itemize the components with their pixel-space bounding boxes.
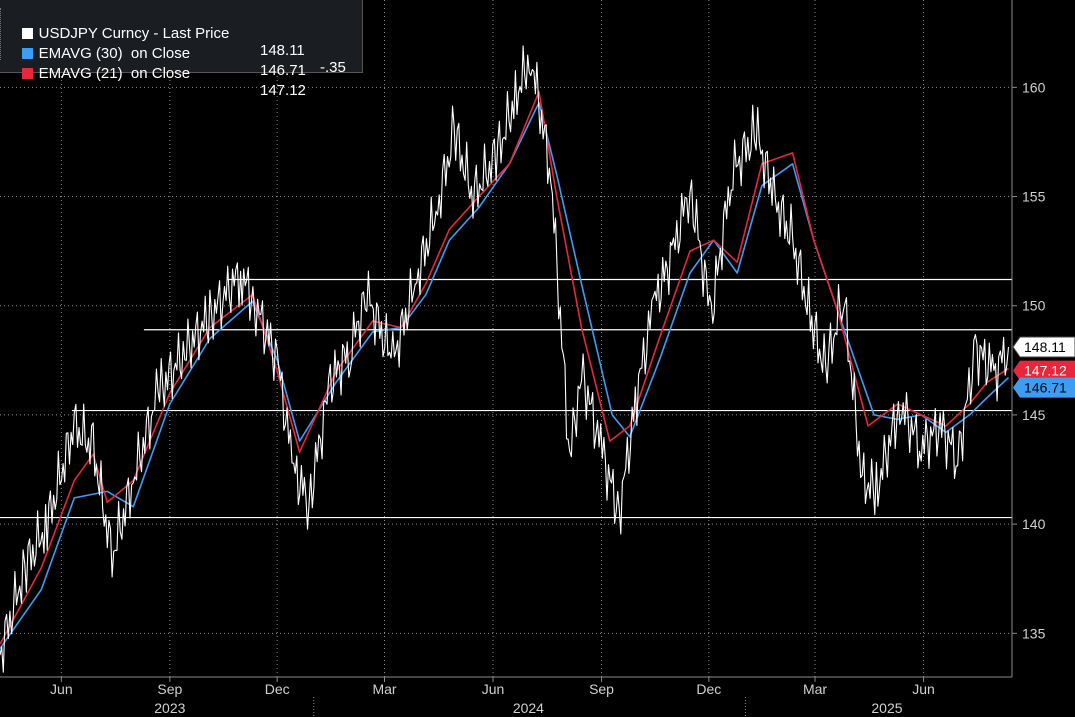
legend-value-price: 148.11 — [260, 42, 305, 59]
x-tick-label: Mar — [803, 681, 827, 697]
x-tick-label: Jun — [482, 681, 505, 697]
tag-ema21-text: 147.12 — [1024, 363, 1067, 379]
year-label: 2025 — [871, 700, 902, 716]
x-tick-label: Jun — [50, 681, 73, 697]
legend-row-ema21[interactable]: EMAVG (21) on Close 147.12 — [5, 48, 306, 99]
x-tick-label: Dec — [696, 681, 721, 697]
tag-ema30-text: 146.71 — [1024, 380, 1067, 396]
y-tick-label: 160 — [1022, 79, 1046, 95]
x-tick-label: Jun — [912, 681, 935, 697]
x-tick-label: Sep — [589, 681, 614, 697]
legend-swatch-ema21 — [21, 68, 33, 79]
legend-label-ema21: EMAVG (21) on Close — [38, 65, 191, 82]
year-label: 2023 — [154, 700, 185, 716]
y-tick-label: 135 — [1022, 625, 1046, 641]
legend: USDJPY Curncy - Last Price 148.11 -.35 E… — [0, 0, 363, 99]
legend-value-ema21: 147.12 — [260, 82, 306, 99]
chart-canvas: 135 140 145 150 155 160 Jun Sep Dec Mar Jun Sep Dec… — [0, 0, 1075, 717]
tag-last-price: 148.11 — [1012, 336, 1075, 358]
year-label: 2024 — [513, 700, 544, 716]
legend-value-ema30: 146.71 — [260, 62, 306, 79]
y-tick-label: 155 — [1022, 189, 1046, 205]
y-tick-label: 150 — [1022, 298, 1046, 314]
price-tags: 147.12 148.11 146.71 — [1012, 336, 1075, 398]
legend-row-price[interactable]: USDJPY Curncy - Last Price 148.11 -.35 — [5, 8, 346, 76]
legend-row-ema30[interactable]: EMAVG (30) on Close 146.71 — [5, 28, 306, 79]
y-tick-label: 145 — [1022, 407, 1046, 423]
legend-change-price: -.35 — [320, 59, 346, 76]
x-tick-label: Dec — [265, 681, 290, 697]
y-tick-label: 140 — [1022, 516, 1046, 532]
x-tick-label: Sep — [157, 681, 182, 697]
tag-ema30: 146.71 — [1013, 377, 1075, 398]
tag-last-price-text: 148.11 — [1024, 339, 1066, 355]
x-tick-label: Mar — [372, 681, 396, 697]
